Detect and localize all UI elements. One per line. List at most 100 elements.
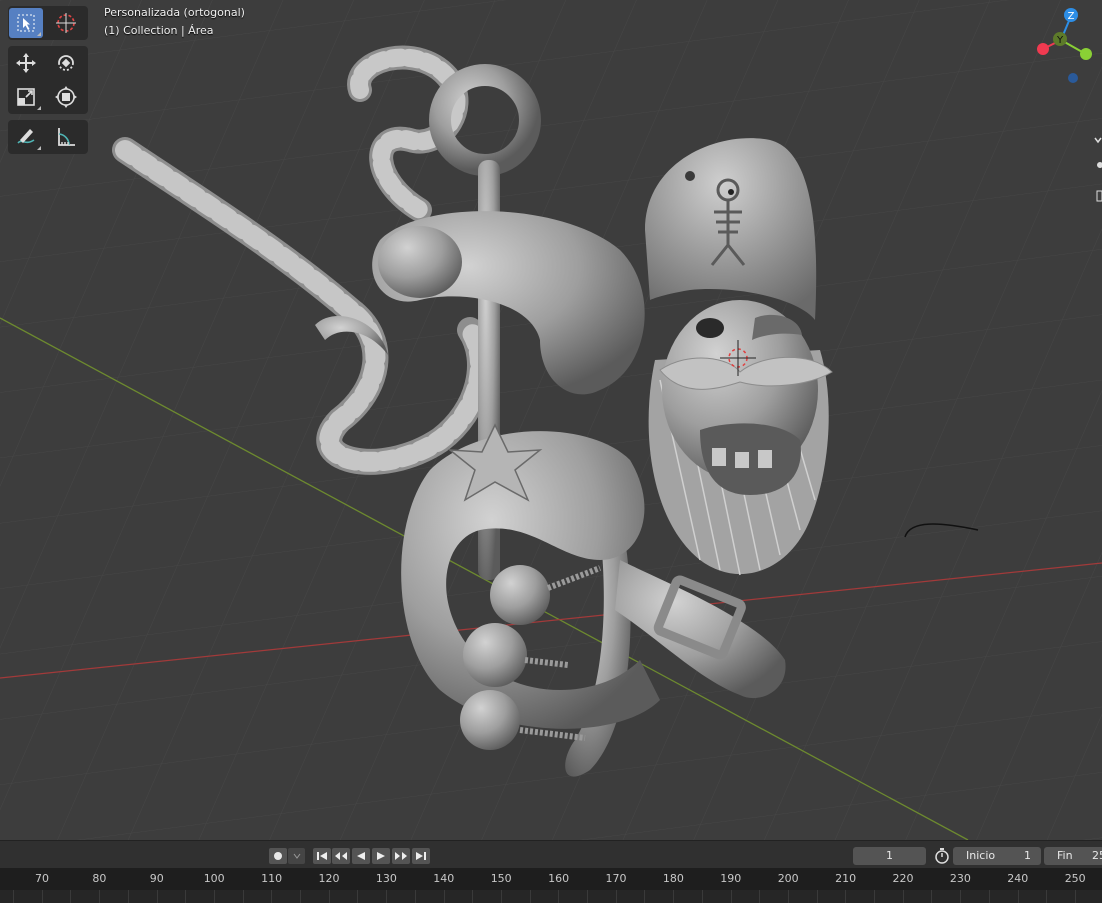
- toolbar-transform-group: [8, 46, 88, 114]
- record-keyframe-button[interactable]: [269, 848, 287, 864]
- frame-minor-tick: [1074, 890, 1076, 903]
- frame-tick-label: 70: [35, 872, 49, 885]
- frame-minor-tick: [759, 890, 761, 903]
- move-icon[interactable]: [9, 48, 43, 78]
- frame-tick-label: 140: [433, 872, 455, 885]
- timeline-header: 1 Inicio 1 Fin 25: [0, 840, 1102, 869]
- frame-minor-tick: [328, 890, 330, 903]
- frame-tick-label: 210: [835, 872, 857, 885]
- frame-minor-tick: [300, 890, 301, 903]
- viewport-scene: [0, 0, 1102, 840]
- keying-dropdown-button[interactable]: [288, 848, 305, 864]
- next-keyframe-button[interactable]: [392, 848, 410, 864]
- rotate-icon[interactable]: [49, 48, 83, 78]
- next-keyframe-icon: [395, 852, 407, 860]
- camera-icon[interactable]: [1094, 187, 1102, 202]
- frame-minor-tick: [242, 890, 244, 903]
- measure-icon[interactable]: [49, 122, 83, 152]
- frame-tick-label: 230: [949, 872, 971, 885]
- frame-minor-tick: [960, 890, 962, 903]
- frame-tick-label: 150: [490, 872, 512, 885]
- view-icon[interactable]: [1094, 155, 1102, 168]
- frame-minor-tick: [41, 890, 43, 903]
- play-icon: [377, 852, 385, 860]
- play-button[interactable]: [372, 848, 390, 864]
- frame-minor-tick: [587, 890, 588, 903]
- frame-minor-tick: [13, 890, 14, 903]
- frame-tick-label: 200: [777, 872, 799, 885]
- frame-minor-tick: [931, 890, 933, 903]
- frame-tick-label: 80: [92, 872, 107, 885]
- jump-start-icon: [317, 852, 327, 860]
- frame-minor-tick: [644, 890, 646, 903]
- frame-minor-tick: [816, 890, 818, 903]
- frame-minor-tick: [213, 890, 215, 903]
- current-frame-field[interactable]: 1: [853, 847, 926, 865]
- frame-minor-tick: [70, 890, 72, 903]
- frame-minor-tick: [156, 890, 158, 903]
- frame-tick-label: 110: [261, 872, 283, 885]
- frame-minor-tick: [730, 890, 732, 903]
- frame-minor-tick: [787, 890, 789, 903]
- prev-keyframe-icon: [335, 852, 347, 860]
- play-reverse-icon: [357, 852, 365, 860]
- frame-minor-tick: [701, 890, 703, 903]
- frame-minor-tick: [1046, 890, 1048, 903]
- frame-minor-tick: [472, 890, 474, 903]
- frame-minor-tick: [845, 890, 847, 903]
- frame-minor-tick: [988, 890, 990, 903]
- scale-icon[interactable]: [9, 82, 43, 112]
- frame-tick-label: 220: [892, 872, 914, 885]
- chevron-down-icon: [293, 853, 300, 859]
- play-reverse-button[interactable]: [352, 848, 370, 864]
- jump-end-icon: [416, 852, 426, 860]
- toolbar-annotate-group: [8, 120, 88, 154]
- gizmo-x-axis[interactable]: [1037, 43, 1049, 55]
- collection-info-label: (1) Collection | Área: [104, 24, 214, 37]
- jump-end-button[interactable]: [412, 848, 430, 864]
- frame-tick-label: 240: [1007, 872, 1029, 885]
- chevron-down-icon[interactable]: [1094, 130, 1102, 144]
- gizmo-neg-y-axis[interactable]: [1080, 48, 1092, 60]
- frame-minor-tick: [529, 890, 531, 903]
- select-box-icon[interactable]: [9, 8, 43, 38]
- frame-tick-label: 250: [1064, 872, 1086, 885]
- frame-minor-tick: [271, 890, 273, 903]
- frame-tick-label: 190: [720, 872, 742, 885]
- frame-minor-tick: [1017, 890, 1019, 903]
- gizmo-neg-z-axis[interactable]: [1068, 73, 1078, 83]
- transform-icon[interactable]: [49, 82, 83, 112]
- frame-minor-tick: [902, 890, 904, 903]
- frame-minor-tick: [99, 890, 101, 903]
- frame-ruler[interactable]: 70 80 90 100 110 120 130 140 150 160 170 180 190 200 2…: [0, 868, 1102, 890]
- frame-tick-label: 180: [662, 872, 684, 885]
- frame-tick-label: 120: [318, 872, 340, 885]
- timeline-track[interactable]: [0, 890, 1102, 903]
- view-name-label: Personalizada (ortogonal): [104, 6, 245, 19]
- frame-tick-label: 90: [149, 872, 164, 885]
- stopwatch-icon[interactable]: [933, 847, 951, 865]
- prev-keyframe-button[interactable]: [332, 848, 350, 864]
- cursor-icon[interactable]: [49, 8, 83, 38]
- 3d-viewport[interactable]: Personalizada (ortogonal) (1) Collection…: [0, 0, 1102, 840]
- end-frame-label: Fin: [1057, 849, 1073, 862]
- frame-minor-tick: [357, 890, 359, 903]
- annotate-icon[interactable]: [9, 122, 43, 152]
- frame-tick-label: 100: [203, 872, 225, 885]
- frame-tick-label: 160: [548, 872, 570, 885]
- toolbar-select-group: [8, 6, 88, 40]
- jump-start-button[interactable]: [313, 848, 331, 864]
- end-frame-field[interactable]: Fin 25: [1044, 847, 1102, 865]
- start-frame-value: 1: [1024, 849, 1031, 862]
- frame-minor-tick: [558, 890, 560, 903]
- frame-minor-tick: [127, 890, 129, 903]
- gizmo-y-label: Y: [1056, 35, 1064, 46]
- navigation-gizmo[interactable]: Z Y: [992, 0, 1102, 100]
- frame-minor-tick: [185, 890, 187, 903]
- start-frame-field[interactable]: Inicio 1: [953, 847, 1041, 865]
- frame-minor-tick: [414, 890, 416, 903]
- frame-tick-label: 170: [605, 872, 627, 885]
- frame-tick-label: 130: [375, 872, 397, 885]
- frame-minor-tick: [874, 890, 875, 903]
- end-frame-value: 25: [1092, 849, 1102, 862]
